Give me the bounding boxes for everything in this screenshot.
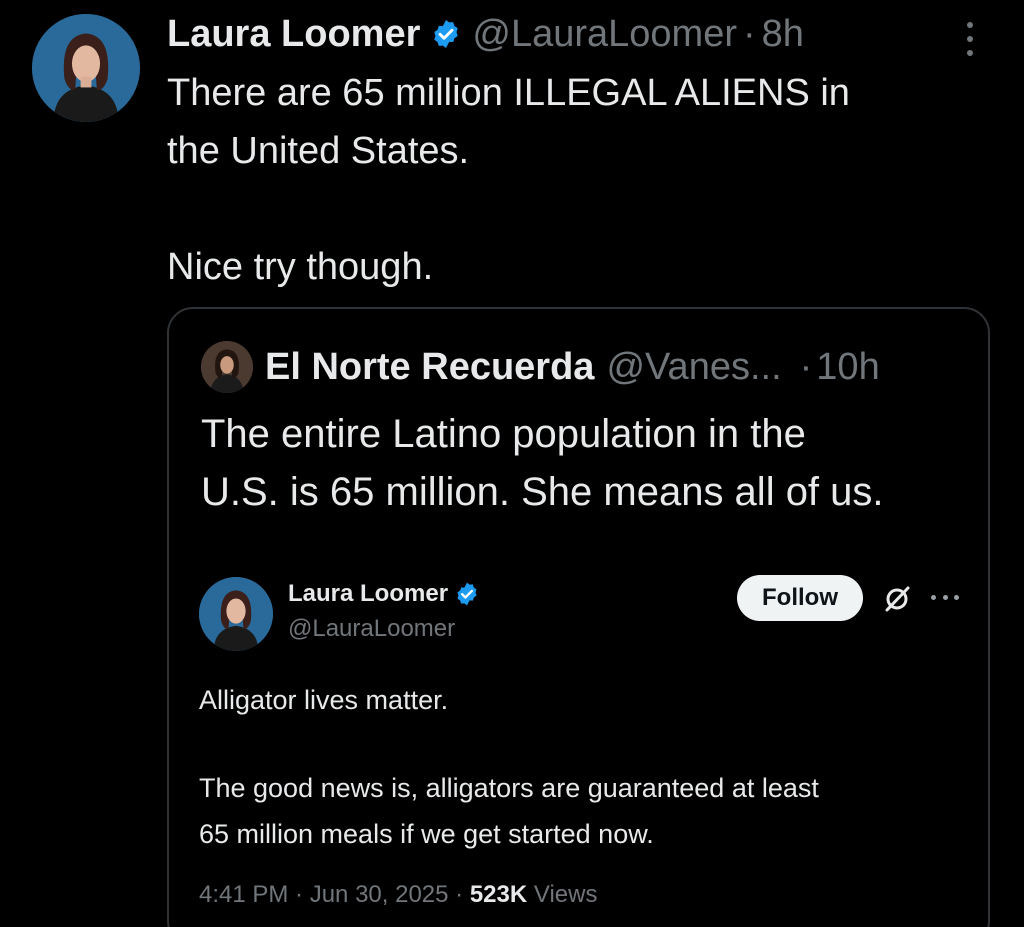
embedded-name-row: Laura Loomer: [288, 577, 480, 611]
tweet-body-line: Nice try though.: [167, 246, 434, 288]
quoted-tweet-card[interactable]: El Norte Recuerda @Vanes... · 10h The en…: [167, 307, 990, 927]
embedded-body-line: Alligator lives matter.: [199, 685, 449, 715]
grok-icon: [881, 583, 913, 615]
author-handle[interactable]: @LauraLoomer: [472, 13, 737, 56]
quote-body: The entire Latino population in the U.S.…: [201, 405, 981, 521]
embedded-author-avatar: [199, 577, 273, 651]
embedded-author-name: Laura Loomer: [288, 580, 449, 607]
quote-author-avatar[interactable]: [201, 341, 253, 393]
more-vertical-icon[interactable]: [960, 22, 980, 56]
embedded-author-handle: @LauraLoomer: [288, 615, 456, 642]
embedded-body-line: 65 million meals if we get started now.: [199, 819, 654, 849]
more-horizontal-icon: [931, 595, 959, 601]
tweet-body-line: There are 65 million ILLEGAL ALIENS in: [167, 72, 850, 114]
embedded-timestamp: 4:41 PM · Jun 30, 2025 ·: [199, 881, 470, 908]
embedded-body-line: The good news is, alligators are guarant…: [199, 773, 819, 803]
verified-badge-icon[interactable]: [430, 18, 462, 50]
tweet-body: There are 65 million ILLEGAL ALIENS in t…: [167, 64, 987, 296]
separator-dot: ·: [743, 12, 756, 55]
tweet-body-line: the United States.: [167, 130, 470, 172]
author-avatar[interactable]: [32, 14, 140, 122]
tweet: Laura Loomer @LauraLoomer · 8h There are…: [0, 0, 1024, 927]
quote-header: El Norte Recuerda @Vanes... · 10h: [201, 339, 880, 395]
follow-button: Follow: [737, 575, 863, 621]
views-count: 523K: [469, 881, 528, 908]
views-label: Views: [527, 881, 598, 908]
quote-author-handle[interactable]: @Vanes...: [606, 346, 781, 389]
verified-badge-icon: [454, 581, 480, 607]
quote-body-line: The entire Latino population in the: [201, 412, 806, 456]
separator-dot: ·: [799, 345, 813, 388]
quote-time[interactable]: 10h: [816, 346, 879, 389]
tweet-header: Laura Loomer @LauraLoomer · 8h: [167, 10, 804, 58]
tweet-time[interactable]: 8h: [762, 13, 804, 56]
quote-body-line: U.S. is 65 million. She means all of us.: [201, 470, 884, 514]
embedded-body: Alligator lives matter. The good news is…: [199, 677, 959, 857]
author-name[interactable]: Laura Loomer: [167, 13, 420, 56]
embedded-meta: 4:41 PM · Jun 30, 2025 · 523K Views: [199, 881, 597, 909]
quote-author-name[interactable]: El Norte Recuerda: [265, 346, 594, 389]
